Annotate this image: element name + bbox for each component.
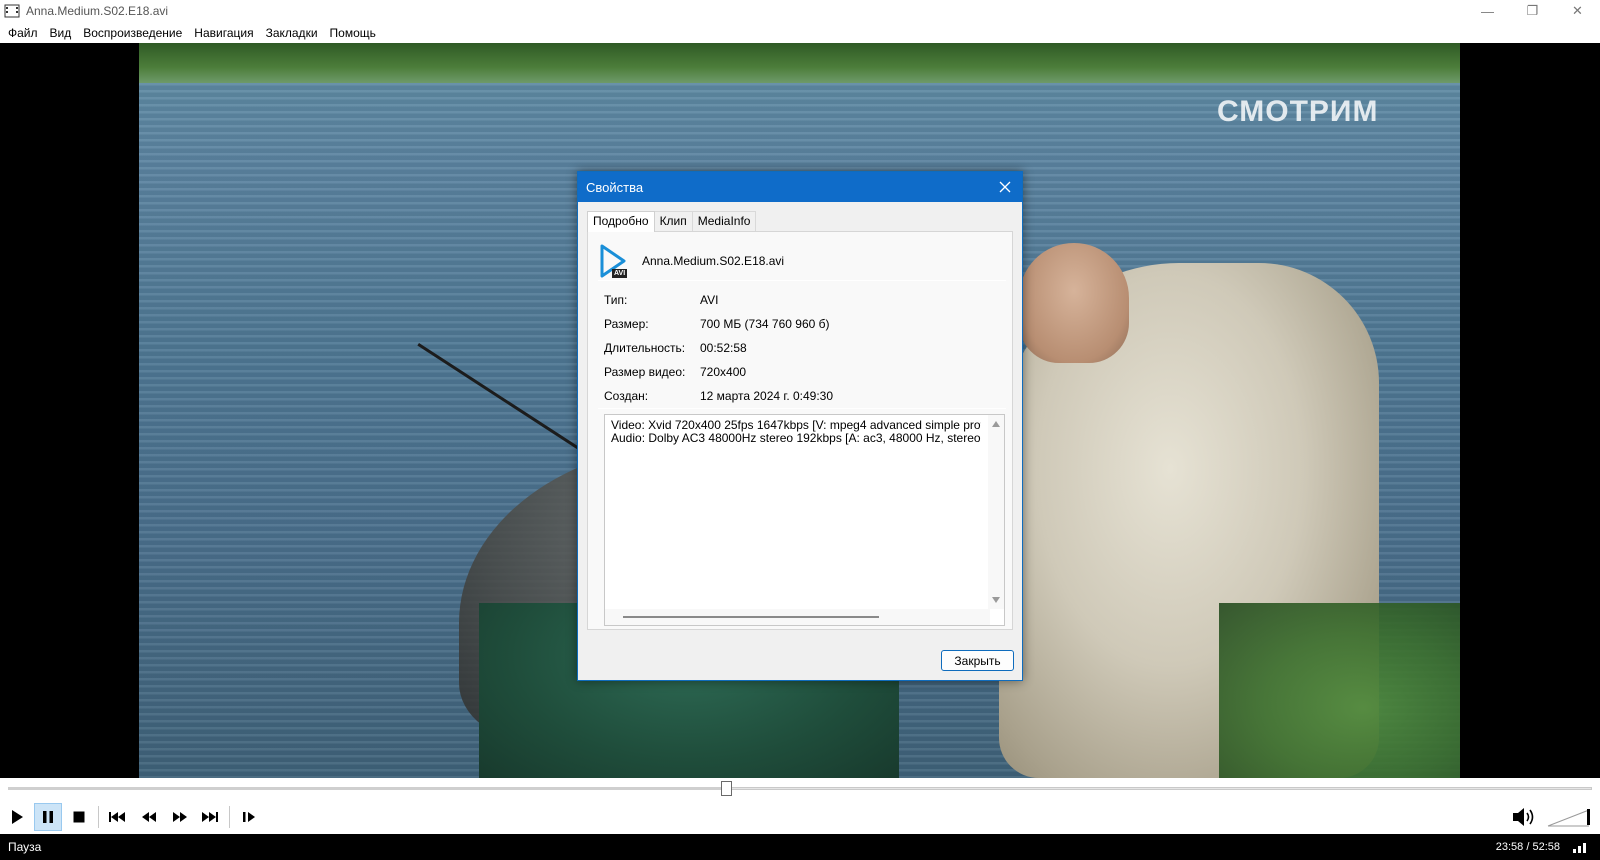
menu-playback[interactable]: Воспроизведение <box>77 23 188 43</box>
status-bar: Пауза 23:58 / 52:58 <box>0 834 1600 860</box>
separator-bottom <box>598 408 1006 409</box>
tab-mediainfo[interactable]: MediaInfo <box>691 211 757 231</box>
menu-bar: Файл Вид Воспроизведение Навигация Закла… <box>0 22 1600 43</box>
rewind-icon <box>142 812 156 822</box>
horizontal-scroll-thumb[interactable] <box>623 616 879 618</box>
pause-icon <box>43 811 53 823</box>
tab-clip[interactable]: Клип <box>653 211 693 231</box>
prop-duration: Длительность: 00:52:58 <box>604 336 1004 360</box>
menu-bookmarks[interactable]: Закладки <box>260 23 324 43</box>
minimize-button[interactable]: — <box>1465 0 1510 22</box>
menu-file[interactable]: Файл <box>2 23 44 43</box>
rewind-button[interactable] <box>135 803 163 831</box>
prop-type-value: AVI <box>700 293 719 307</box>
scroll-up-icon[interactable] <box>992 421 1000 427</box>
horizontal-scrollbar[interactable] <box>605 609 990 625</box>
prop-type-label: Тип: <box>604 293 628 307</box>
prop-video-size: Размер видео: 720x400 <box>604 360 1004 384</box>
playback-controls <box>0 800 1600 834</box>
time-display[interactable]: 23:58 / 52:58 <box>1496 841 1560 853</box>
channel-watermark: СМОТРИМ <box>1217 95 1379 128</box>
prop-created-value: 12 марта 2024 г. 0:49:30 <box>700 389 834 403</box>
dialog-close-icon[interactable] <box>994 176 1016 198</box>
menu-help[interactable]: Помощь <box>324 23 382 43</box>
window-controls: — ❐ ✕ <box>1465 0 1600 22</box>
vertical-scrollbar[interactable] <box>988 415 1004 609</box>
video-man-head <box>1019 243 1129 363</box>
frame-step-button[interactable] <box>235 803 263 831</box>
controls-separator <box>229 806 230 828</box>
tab-details[interactable]: Подробно <box>587 211 655 232</box>
volume-ramp-icon <box>1547 809 1590 827</box>
skip-previous-icon <box>109 812 125 822</box>
dialog-title-bar: Свойства <box>578 172 1022 202</box>
stream-audio-line: Audio: Dolby AC3 48000Hz stereo 192kbps … <box>611 431 981 445</box>
streams-text: Video: Xvid 720x400 25fps 1647kbps [V: m… <box>611 419 981 445</box>
properties-dialog: Свойства Подробно Клип MediaInfo AVI Ann… <box>577 171 1023 681</box>
scroll-down-icon[interactable] <box>992 597 1000 603</box>
close-button[interactable]: Закрыть <box>941 650 1014 671</box>
prop-size-value: 700 МБ (734 760 960 б) <box>700 317 830 331</box>
play-button[interactable] <box>3 803 31 831</box>
seek-bar[interactable] <box>0 778 1600 800</box>
restore-button[interactable]: ❐ <box>1510 0 1555 22</box>
controls-separator <box>98 806 99 828</box>
menu-view[interactable]: Вид <box>44 23 78 43</box>
mute-button[interactable] <box>1510 804 1538 830</box>
seek-progress <box>8 787 726 790</box>
prop-created-label: Создан: <box>604 389 649 403</box>
skip-next-icon <box>202 812 218 822</box>
properties-list: Тип: AVI Размер: 700 МБ (734 760 960 б) … <box>604 288 1004 408</box>
prop-video-size-label: Размер видео: <box>604 365 686 379</box>
app-icon <box>4 3 20 19</box>
volume-slider[interactable] <box>1547 806 1593 828</box>
details-panel: AVI Anna.Medium.S02.E18.avi Тип: AVI Раз… <box>587 231 1013 630</box>
menu-navigation[interactable]: Навигация <box>188 23 259 43</box>
video-treeline <box>139 43 1460 83</box>
close-window-button[interactable]: ✕ <box>1555 0 1600 22</box>
speaker-icon <box>1513 808 1534 826</box>
pause-button[interactable] <box>34 803 62 831</box>
video-plants <box>1219 603 1460 778</box>
window-title: Anna.Medium.S02.E18.avi <box>26 4 169 18</box>
separator-top <box>598 280 1006 281</box>
play-icon <box>12 810 23 824</box>
prop-duration-value: 00:52:58 <box>700 341 747 355</box>
dialog-title: Свойства <box>586 179 644 195</box>
title-bar: Anna.Medium.S02.E18.avi — ❐ ✕ <box>0 0 1600 22</box>
avi-file-icon: AVI <box>596 243 632 279</box>
playback-status: Пауза <box>8 840 42 854</box>
file-header: AVI Anna.Medium.S02.E18.avi <box>596 240 1006 282</box>
stop-button[interactable] <box>65 803 93 831</box>
frame-step-icon <box>243 812 255 822</box>
prop-size: Размер: 700 МБ (734 760 960 б) <box>604 312 1004 336</box>
forward-button[interactable] <box>166 803 194 831</box>
prop-size-label: Размер: <box>604 317 649 331</box>
file-name: Anna.Medium.S02.E18.avi <box>642 254 785 268</box>
stop-icon <box>73 811 85 823</box>
prop-type: Тип: AVI <box>604 288 1004 312</box>
fast-forward-icon <box>173 812 187 822</box>
prop-duration-label: Длительность: <box>604 341 686 355</box>
streams-textbox[interactable]: Video: Xvid 720x400 25fps 1647kbps [V: m… <box>604 414 1005 626</box>
signal-icon <box>1572 841 1590 853</box>
prop-created: Создан: 12 марта 2024 г. 0:49:30 <box>604 384 1004 408</box>
dialog-tabs: Подробно Клип MediaInfo <box>587 211 757 232</box>
seek-thumb[interactable] <box>720 781 732 796</box>
avi-badge: AVI <box>612 269 628 278</box>
next-button[interactable] <box>196 803 224 831</box>
previous-button[interactable] <box>103 803 131 831</box>
prop-video-size-value: 720x400 <box>700 365 747 379</box>
